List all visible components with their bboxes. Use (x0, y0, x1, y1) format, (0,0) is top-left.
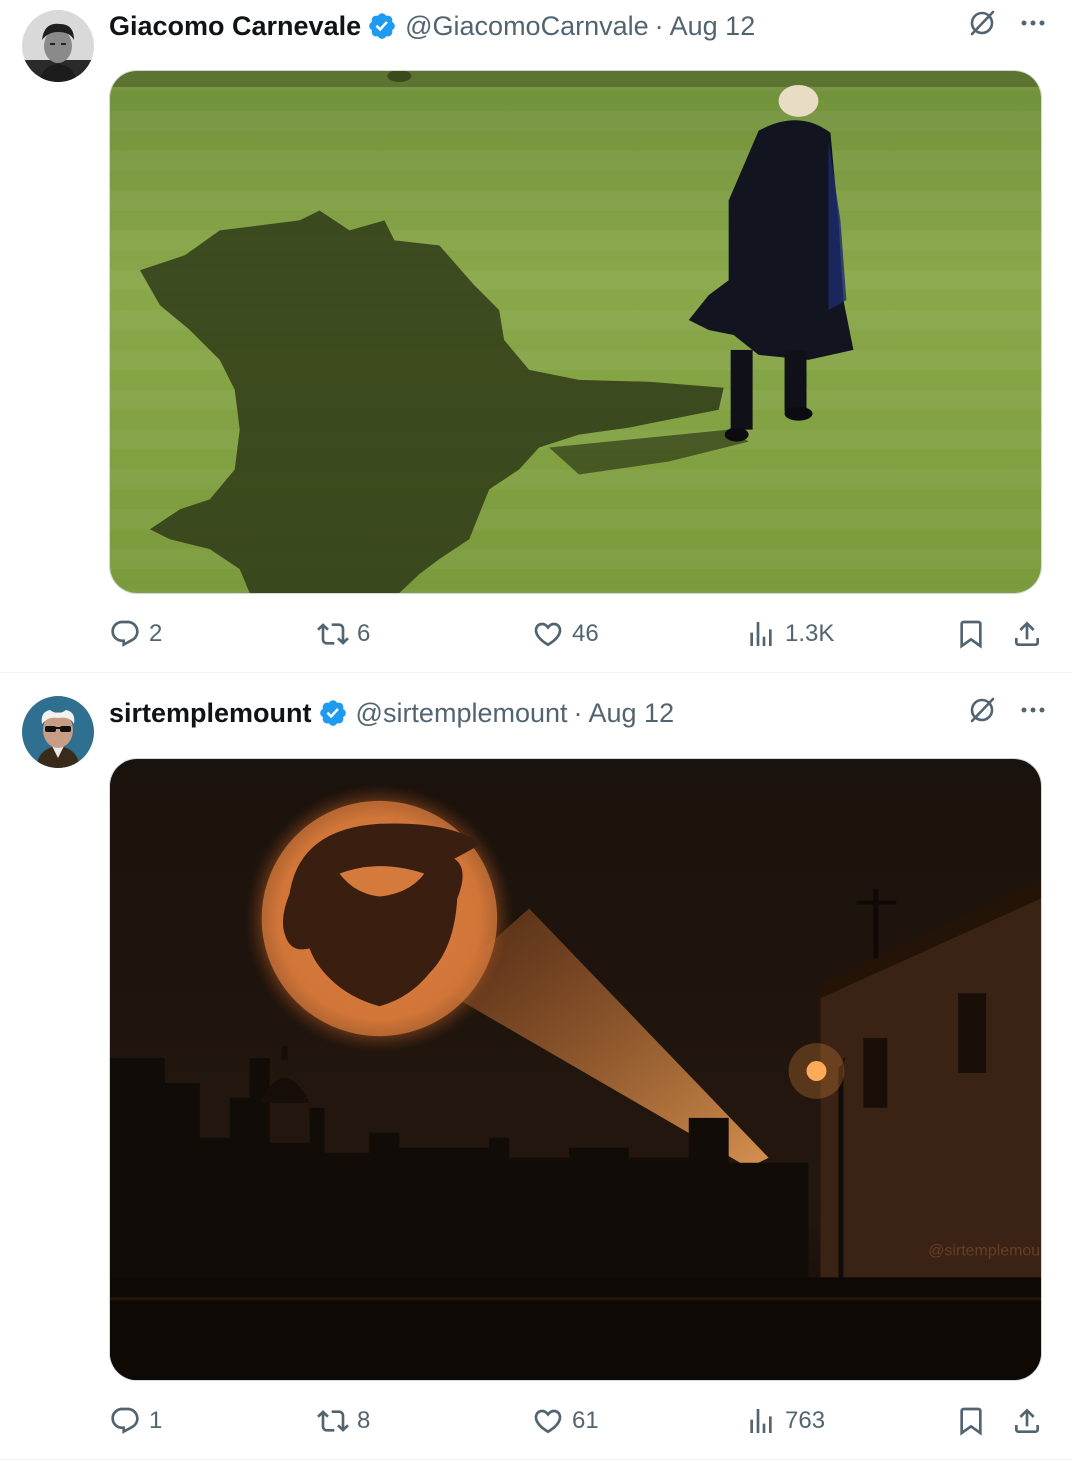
reply-button[interactable]: 1 (109, 1401, 162, 1441)
like-icon (534, 1409, 562, 1434)
tweet[interactable]: Giacomo Carnevale @GiacomoCarnvale · Aug… (0, 0, 1072, 673)
avatar[interactable] (22, 696, 94, 768)
grok-icon[interactable] (966, 694, 998, 733)
retweet-button[interactable]: 6 (317, 614, 370, 654)
avatar-image (22, 10, 94, 82)
retweet-count: 6 (357, 620, 371, 647)
timestamp[interactable]: Aug 12 (670, 11, 756, 42)
bookmark-icon (960, 1407, 982, 1436)
tweet-image-shadow-on-lawn[interactable] (109, 70, 1042, 594)
like-button[interactable]: 61 (532, 1401, 599, 1441)
views-icon (750, 1409, 772, 1433)
bookmark-button[interactable] (955, 614, 987, 654)
like-count: 61 (572, 1407, 599, 1434)
media-watermark: @sirtemplemount (928, 1242, 1041, 1259)
retweet-count: 8 (357, 1407, 371, 1434)
avatar-image (22, 696, 94, 768)
share-button[interactable] (1011, 1401, 1043, 1441)
views-button[interactable]: 763 (745, 1401, 825, 1441)
more-icon[interactable] (1018, 8, 1048, 45)
like-count: 46 (572, 620, 599, 647)
author-name[interactable]: Giacomo Carnevale (109, 11, 361, 42)
author-handle[interactable]: @GiacomoCarnvale (405, 11, 649, 42)
verified-badge-icon (319, 700, 346, 726)
timestamp[interactable]: Aug 12 (589, 698, 675, 729)
tweet-header: sirtemplemount @sirtemplemount · Aug 12 (109, 695, 1048, 731)
tweet[interactable]: sirtemplemount @sirtemplemount · Aug 12 (0, 674, 1072, 1460)
tweet-header-actions (966, 695, 1048, 731)
like-icon (534, 622, 562, 647)
avatar[interactable] (22, 10, 94, 82)
share-icon (1015, 621, 1039, 646)
lawn-image (110, 71, 1041, 593)
tweet-actions: 1 8 61 763 (109, 1401, 1042, 1441)
reply-icon (111, 620, 139, 647)
like-button[interactable]: 46 (532, 614, 599, 654)
bookmark-icon (960, 620, 982, 649)
retweet-icon (317, 623, 349, 645)
retweet-button[interactable]: 8 (317, 1401, 370, 1441)
more-icon[interactable] (1018, 695, 1048, 732)
share-button[interactable] (1011, 614, 1043, 654)
view-count: 763 (785, 1407, 826, 1434)
views-icon (750, 622, 772, 646)
separator-dot: · (654, 10, 664, 41)
retweet-icon (317, 1410, 349, 1432)
author-name[interactable]: sirtemplemount (109, 698, 312, 729)
signal-light-image: @sirtemplemount (110, 759, 1041, 1380)
timeline-feed: Giacomo Carnevale @GiacomoCarnvale · Aug… (0, 0, 1072, 1462)
grok-icon[interactable] (966, 7, 998, 46)
reply-icon (111, 1407, 139, 1434)
tweet-image-signal-light[interactable]: @sirtemplemount (109, 758, 1042, 1381)
separator-dot: · (573, 697, 583, 728)
reply-button[interactable]: 2 (109, 614, 162, 654)
tweet-header: Giacomo Carnevale @GiacomoCarnvale · Aug… (109, 8, 1048, 44)
verified-badge-icon (369, 13, 395, 39)
bookmark-button[interactable] (955, 1401, 987, 1441)
tweet-header-actions (966, 8, 1048, 44)
share-icon (1015, 1408, 1039, 1433)
view-count: 1.3K (785, 620, 835, 647)
views-button[interactable]: 1.3K (745, 614, 834, 654)
reply-count: 2 (149, 620, 163, 647)
reply-count: 1 (149, 1407, 163, 1434)
tweet-actions: 2 6 46 1.3K (109, 614, 1042, 654)
author-handle[interactable]: @sirtemplemount (356, 698, 568, 729)
